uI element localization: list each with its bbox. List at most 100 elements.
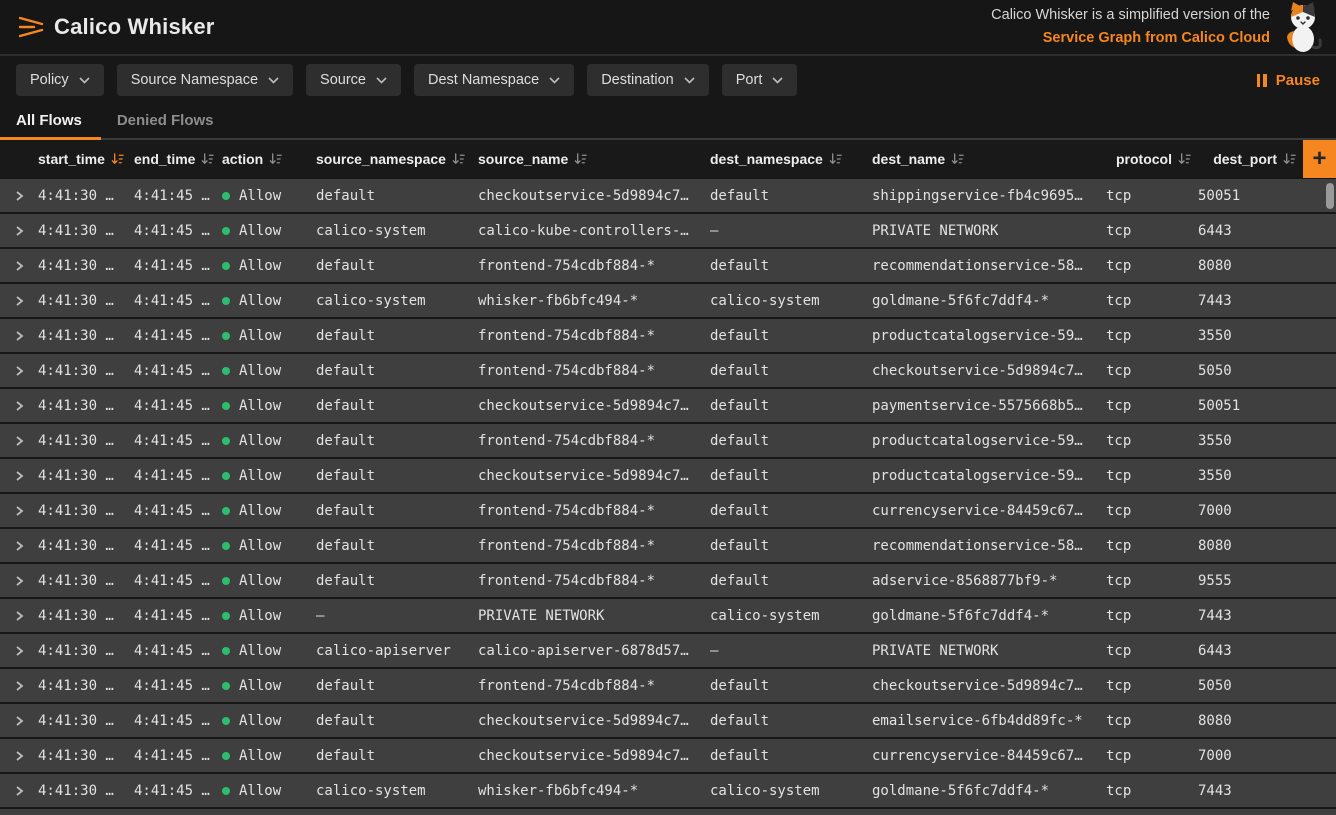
cell-dest-name: PRIVATE NETWORK bbox=[872, 643, 1106, 659]
flow-row[interactable]: 4:41:30 … 4:41:45 … Allow default checko… bbox=[0, 459, 1336, 492]
row-expander[interactable] bbox=[0, 749, 38, 763]
flow-row[interactable]: 4:41:30 … 4:41:45 … Allow default fronte… bbox=[0, 494, 1336, 527]
col-source-namespace[interactable]: source_namespace bbox=[316, 151, 478, 167]
chevron-right-icon bbox=[14, 434, 25, 448]
col-start-time[interactable]: start_time bbox=[38, 151, 134, 167]
row-expander[interactable] bbox=[0, 364, 38, 378]
flow-row-partial[interactable] bbox=[0, 809, 1336, 815]
topbar-right: Calico Whisker is a simplified version o… bbox=[991, 1, 1326, 53]
scrollbar-thumb[interactable] bbox=[1326, 183, 1334, 209]
flow-row[interactable]: 4:41:30 … 4:41:45 … Allow default checko… bbox=[0, 739, 1336, 772]
allow-status-dot-icon bbox=[222, 542, 230, 550]
row-expander[interactable] bbox=[0, 329, 38, 343]
row-expander[interactable] bbox=[0, 259, 38, 273]
cell-start-time: 4:41:30 … bbox=[38, 713, 134, 729]
filter-dest-namespace-label: Dest Namespace bbox=[428, 72, 539, 88]
allow-status-dot-icon bbox=[222, 472, 230, 480]
flow-row[interactable]: 4:41:30 … 4:41:45 … Allow calico-system … bbox=[0, 214, 1336, 247]
row-expander[interactable] bbox=[0, 644, 38, 658]
cell-source-namespace: default bbox=[316, 468, 478, 484]
row-expander[interactable] bbox=[0, 679, 38, 693]
add-column-button[interactable]: + bbox=[1303, 140, 1336, 178]
filter-policy[interactable]: Policy bbox=[16, 64, 104, 96]
filter-port[interactable]: Port bbox=[722, 64, 798, 96]
row-expander[interactable] bbox=[0, 539, 38, 553]
col-end-time[interactable]: end_time bbox=[134, 151, 222, 167]
col-source-name[interactable]: source_name bbox=[478, 151, 710, 167]
row-expander[interactable] bbox=[0, 469, 38, 483]
pause-icon bbox=[1257, 74, 1267, 87]
cell-source-name: whisker-fb6bfc494-* bbox=[478, 293, 710, 309]
tab-denied-flows[interactable]: Denied Flows bbox=[101, 104, 233, 140]
cell-end-time: 4:41:45 … bbox=[134, 748, 222, 764]
flow-row[interactable]: 4:41:30 … 4:41:45 … Allow default fronte… bbox=[0, 319, 1336, 352]
sort-icon-active bbox=[110, 152, 125, 166]
chevron-right-icon bbox=[14, 329, 25, 343]
allow-status-dot-icon bbox=[222, 577, 230, 585]
cell-end-time: 4:41:45 … bbox=[134, 258, 222, 274]
row-expander[interactable] bbox=[0, 224, 38, 238]
cell-end-time: 4:41:45 … bbox=[134, 363, 222, 379]
flow-row[interactable]: 4:41:30 … 4:41:45 … Allow default checko… bbox=[0, 389, 1336, 422]
app-title: Calico Whisker bbox=[54, 14, 215, 40]
col-dest-namespace[interactable]: dest_namespace bbox=[710, 151, 872, 167]
cell-end-time: 4:41:45 … bbox=[134, 713, 222, 729]
chevron-right-icon bbox=[14, 679, 25, 693]
cell-protocol: tcp bbox=[1106, 748, 1198, 764]
cell-dest-namespace: default bbox=[710, 748, 872, 764]
cell-protocol: tcp bbox=[1106, 573, 1198, 589]
col-dest-name[interactable]: dest_name bbox=[872, 151, 1106, 167]
flow-row[interactable]: 4:41:30 … 4:41:45 … Allow default fronte… bbox=[0, 529, 1336, 562]
flow-row[interactable]: 4:41:30 … 4:41:45 … Allow calico-system … bbox=[0, 284, 1336, 317]
filter-source[interactable]: Source bbox=[306, 64, 401, 96]
cell-dest-name: checkoutservice-5d9894c7… bbox=[872, 363, 1106, 379]
filter-dest-namespace[interactable]: Dest Namespace bbox=[414, 64, 574, 96]
cell-source-namespace: – bbox=[316, 608, 478, 624]
allow-status-dot-icon bbox=[222, 227, 230, 235]
row-expander[interactable] bbox=[0, 609, 38, 623]
cell-action: Allow bbox=[222, 748, 316, 764]
flow-row[interactable]: 4:41:30 … 4:41:45 … Allow default checko… bbox=[0, 179, 1336, 212]
flow-row[interactable]: 4:41:30 … 4:41:45 … Allow – PRIVATE NETW… bbox=[0, 599, 1336, 632]
pause-button[interactable]: Pause bbox=[1257, 72, 1320, 89]
flow-row[interactable]: 4:41:30 … 4:41:45 … Allow default checko… bbox=[0, 704, 1336, 737]
chevron-right-icon bbox=[14, 504, 25, 518]
row-expander[interactable] bbox=[0, 714, 38, 728]
col-dest-port[interactable]: dest_port bbox=[1198, 151, 1303, 167]
sort-icon bbox=[1177, 152, 1192, 166]
service-graph-link[interactable]: Service Graph from Calico Cloud bbox=[1043, 28, 1270, 49]
filter-source-namespace[interactable]: Source Namespace bbox=[117, 64, 293, 96]
sort-icon bbox=[828, 152, 843, 166]
flow-row[interactable]: 4:41:30 … 4:41:45 … Allow calico-system … bbox=[0, 774, 1336, 807]
cell-dest-name: goldmane-5f6fc7ddf4-* bbox=[872, 783, 1106, 799]
row-expander[interactable] bbox=[0, 399, 38, 413]
app-root: Calico Whisker Calico Whisker is a simpl… bbox=[0, 0, 1336, 815]
cell-dest-port: 5050 bbox=[1198, 678, 1303, 694]
col-protocol[interactable]: protocol bbox=[1106, 151, 1198, 167]
row-expander[interactable] bbox=[0, 504, 38, 518]
row-expander[interactable] bbox=[0, 784, 38, 798]
cell-dest-name: productcatalogservice-59… bbox=[872, 468, 1106, 484]
row-expander[interactable] bbox=[0, 294, 38, 308]
row-expander[interactable] bbox=[0, 574, 38, 588]
tab-all-flows[interactable]: All Flows bbox=[0, 104, 101, 140]
filter-destination[interactable]: Destination bbox=[587, 64, 709, 96]
flow-row[interactable]: 4:41:30 … 4:41:45 … Allow calico-apiserv… bbox=[0, 634, 1336, 667]
cell-dest-port: 7443 bbox=[1198, 608, 1303, 624]
flow-row[interactable]: 4:41:30 … 4:41:45 … Allow default fronte… bbox=[0, 424, 1336, 457]
row-expander[interactable] bbox=[0, 189, 38, 203]
allow-status-dot-icon bbox=[222, 717, 230, 725]
cell-start-time: 4:41:30 … bbox=[38, 608, 134, 624]
cell-protocol: tcp bbox=[1106, 468, 1198, 484]
allow-status-dot-icon bbox=[222, 297, 230, 305]
flow-row[interactable]: 4:41:30 … 4:41:45 … Allow default fronte… bbox=[0, 354, 1336, 387]
flow-row[interactable]: 4:41:30 … 4:41:45 … Allow default fronte… bbox=[0, 249, 1336, 282]
flow-row[interactable]: 4:41:30 … 4:41:45 … Allow default fronte… bbox=[0, 669, 1336, 702]
action-label: Allow bbox=[239, 223, 281, 239]
row-expander[interactable] bbox=[0, 434, 38, 448]
cell-action: Allow bbox=[222, 713, 316, 729]
chevron-right-icon bbox=[14, 364, 25, 378]
col-action[interactable]: action bbox=[222, 151, 316, 167]
flow-row[interactable]: 4:41:30 … 4:41:45 … Allow default fronte… bbox=[0, 564, 1336, 597]
cell-protocol: tcp bbox=[1106, 223, 1198, 239]
